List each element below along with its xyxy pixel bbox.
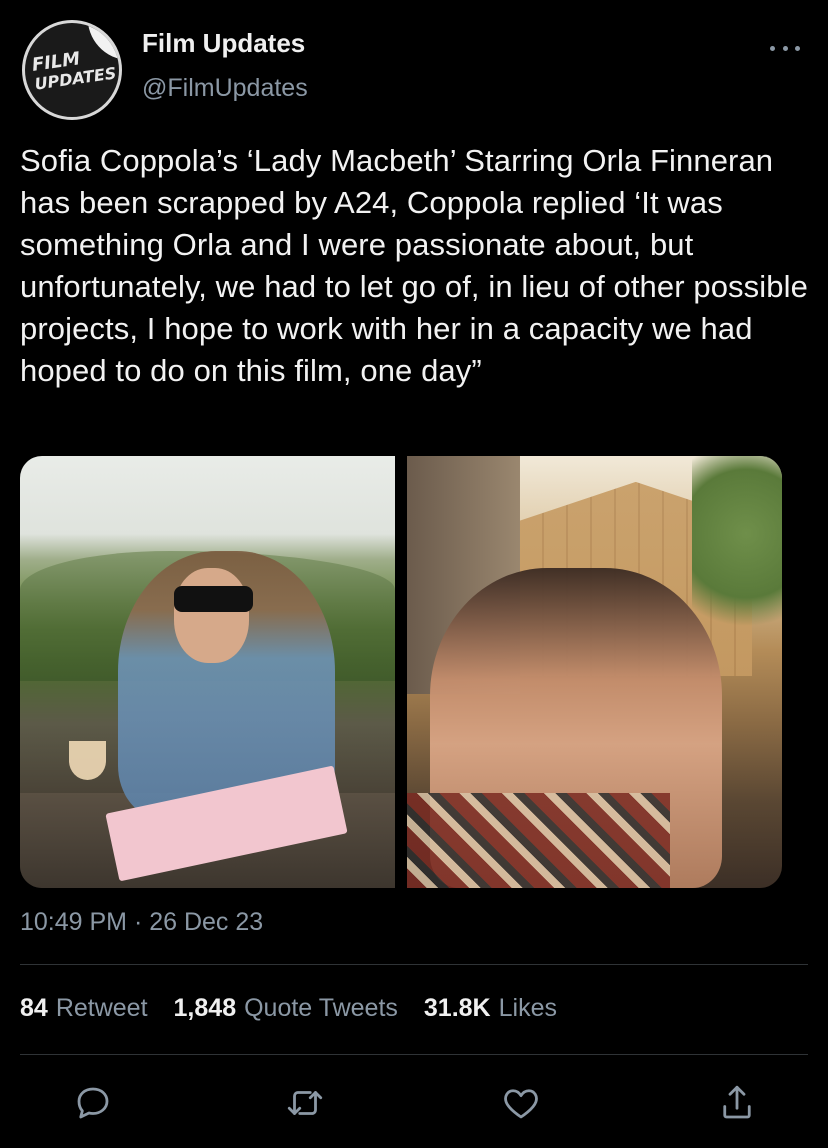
retweet-stat[interactable]: 84 Retweet (20, 994, 148, 1023)
tweet-media (20, 456, 782, 888)
like-count: 31.8K (423, 994, 491, 1022)
retweet-icon[interactable] (284, 1082, 326, 1124)
media-photo-2[interactable] (407, 456, 782, 888)
retweet-count: 84 (20, 994, 48, 1022)
divider (20, 1054, 808, 1055)
like-icon[interactable] (500, 1082, 542, 1124)
divider (20, 964, 808, 965)
like-label: Likes (498, 994, 557, 1022)
quote-count: 1,848 (173, 994, 237, 1022)
author-handle[interactable]: @FilmUpdates (142, 74, 308, 103)
share-icon[interactable] (716, 1082, 758, 1124)
avatar-logo: FILM UPDATES (31, 45, 119, 93)
tweet-text: Sofia Coppola’s ‘Lady Macbeth’ Starring … (20, 143, 808, 388)
tweet-timestamp[interactable]: 10:49 PM · 26 Dec 23 (20, 908, 263, 937)
media-photo-1[interactable] (20, 456, 395, 888)
retweet-label: Retweet (55, 994, 148, 1022)
quote-label: Quote Tweets (244, 994, 398, 1022)
like-stat[interactable]: 31.8K Likes (424, 994, 557, 1023)
engagement-stats: 84 Retweet 1,848 Quote Tweets 31.8K Likes (20, 994, 557, 1023)
quote-stat[interactable]: 1,848 Quote Tweets (174, 994, 398, 1023)
author-name[interactable]: Film Updates (142, 28, 305, 59)
reply-icon[interactable] (72, 1082, 114, 1124)
more-options-icon[interactable] (770, 40, 800, 56)
author-avatar[interactable]: FILM UPDATES (22, 20, 122, 120)
tweet-actions (72, 1082, 762, 1126)
